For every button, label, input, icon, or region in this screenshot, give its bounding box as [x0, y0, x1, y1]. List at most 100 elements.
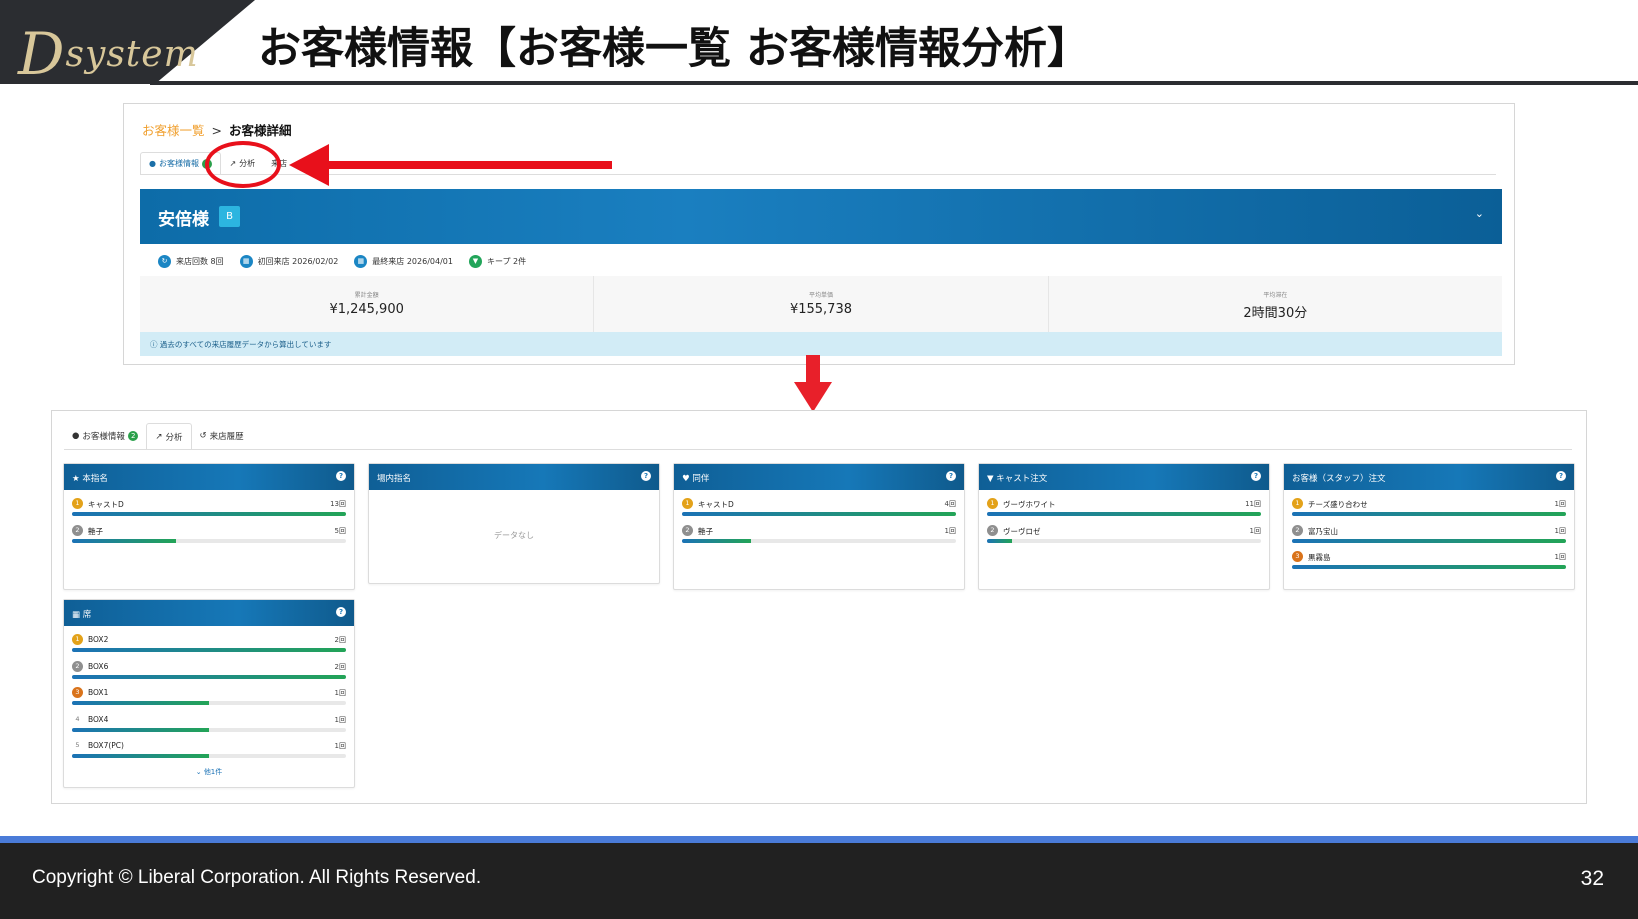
tabs-divider — [64, 449, 1572, 450]
footer-stripe — [0, 836, 1638, 843]
card-header: お客様（スタッフ）注文? — [1284, 464, 1574, 490]
stat-value: ¥1,245,900 — [329, 302, 404, 317]
down-arrow-icon — [794, 382, 832, 412]
calendar-icon: ▦ — [354, 254, 368, 268]
detail-tabs: ● お客様情報 2 ↗ 分析 ↺ 来店履歴 — [64, 423, 252, 449]
pointer-arrow-head — [289, 144, 329, 186]
header-underline — [150, 81, 1638, 85]
progress-track — [1292, 565, 1566, 569]
ranking-row: 2 BOX6 2回 — [71, 657, 347, 684]
progress-track — [1292, 512, 1566, 516]
analysis-screenshot: ● お客様情報 2 ↗ 分析 ↺ 来店履歴 ★ 本指名? 1 キャストD 13回 2 艶子… — [51, 410, 1587, 804]
ranking-list: 1 チーズ盛り合わせ 1回 2 富乃宝山 1回 3 黒霧島 1回 — [1284, 490, 1574, 579]
rank-badge: 1 — [987, 498, 998, 509]
progress-track — [682, 512, 956, 516]
user-icon: ● — [72, 431, 80, 441]
customer-name: 安倍様 — [158, 210, 209, 230]
card-padding — [64, 579, 354, 589]
customer-meta: ↻ 来店回数 8回 ▦ 初回来店 2026/02/02 ▦ 最終来店 2026/… — [140, 246, 1502, 276]
card-header: ▼ キャスト注文? — [979, 464, 1269, 490]
help-icon[interactable]: ? — [1251, 471, 1261, 481]
progress-track — [72, 512, 346, 516]
ranking-list: 1 キャストD 13回 2 艶子 5回 — [64, 490, 354, 579]
tab-label: お客様情報 — [82, 432, 125, 442]
stat-total-amount: 累計金額 ¥1,245,900 — [140, 276, 595, 332]
slide-header: Dsystem お客様情報【お客様一覧 お客様情報分析】 — [0, 0, 1638, 88]
ranking-row: 1 チーズ盛り合わせ 1回 — [1291, 494, 1567, 521]
card-title: 席 — [82, 610, 92, 620]
show-more-label: 他1件 — [203, 767, 223, 776]
rank-badge: 2 — [72, 524, 83, 536]
progress-fill — [72, 648, 346, 652]
card-header: 場内指名? — [369, 464, 659, 490]
tab-visit-history[interactable]: ↺ 来店履歴 — [192, 423, 252, 449]
help-icon[interactable]: ? — [336, 471, 346, 481]
progress-track — [72, 701, 346, 705]
stat-label: 平均単価 — [808, 292, 833, 299]
ranking-list: 1 ヴーヴホワイト 11回 2 ヴーヴロゼ 1回 — [979, 490, 1269, 579]
card-title: お客様（スタッフ）注文 — [1292, 474, 1386, 484]
ranking-name: ヴーヴロゼ — [1003, 526, 1041, 536]
glass-icon: ▼ — [468, 254, 482, 268]
ranking-card: ▦ 席? 1 BOX2 2回 2 BOX6 2回 3 BOX1 1回 4 BOX4 1回 5 BOX7(PC… — [63, 599, 355, 788]
ranking-count: 2回 — [334, 636, 346, 644]
calendar-icon: ▦ — [239, 254, 253, 268]
rank-badge: 3 — [72, 687, 83, 698]
ranking-name: ヴーヴホワイト — [1003, 500, 1056, 509]
progress-track — [987, 512, 1261, 516]
progress-fill — [1292, 565, 1566, 569]
progress-fill — [682, 512, 956, 516]
no-data-text: データなし — [494, 531, 534, 540]
refresh-icon: ↻ — [158, 254, 171, 268]
stat-label: 累計金額 — [354, 292, 379, 299]
meta-visit-count: ↻ 来店回数 8回 — [158, 254, 224, 268]
ranking-count: 1回 — [334, 689, 346, 697]
ranking-row: 5 BOX7(PC) 1回 — [71, 736, 347, 763]
chevron-down-icon[interactable]: ⌄ — [1475, 207, 1484, 220]
history-icon: ↺ — [199, 431, 207, 441]
rank-badge: 2 — [987, 524, 998, 536]
progress-fill — [1292, 512, 1566, 516]
ranking-name: キャストD — [88, 500, 124, 509]
stat-average-stay: 平均滞在 2時間30分 — [1049, 276, 1502, 332]
breadcrumb-separator: > — [211, 123, 222, 138]
ranking-count: 11回 — [1245, 500, 1261, 508]
stat-value: 2時間30分 — [1243, 306, 1308, 321]
tab-label: 来店履歴 — [209, 432, 244, 442]
rank-badge: 1 — [72, 634, 83, 645]
help-icon[interactable]: ? — [641, 471, 651, 481]
ranking-card: お客様（スタッフ）注文? 1 チーズ盛り合わせ 1回 2 富乃宝山 1回 3 黒霧島 1回 — [1283, 463, 1575, 590]
ranking-card: ★ 本指名? 1 キャストD 13回 2 艶子 5回 — [63, 463, 355, 590]
tab-analysis[interactable]: ↗ 分析 — [146, 423, 192, 449]
ranking-row: 3 黒霧島 1回 — [1291, 547, 1567, 574]
tab-label: お客様情報 — [158, 159, 199, 168]
help-icon[interactable]: ? — [1556, 471, 1566, 481]
ranking-name: BOX7(PC) — [88, 741, 124, 750]
ranking-count: 4回 — [944, 500, 956, 508]
meta-last-visit: ▦ 最終来店 2026/04/01 — [354, 254, 453, 268]
progress-track — [987, 538, 1261, 543]
rank-badge: 1 — [72, 498, 83, 509]
grid-icon: ▦ — [72, 610, 83, 620]
progress-fill — [72, 754, 209, 758]
card-title: キャスト注文 — [996, 474, 1048, 484]
show-more-link[interactable]: ⌄ 他1件 — [64, 763, 354, 787]
card-padding — [674, 579, 964, 589]
help-icon[interactable]: ? — [336, 607, 346, 617]
tab-customer-info[interactable]: ● お客様情報 2 — [64, 423, 146, 449]
ranking-card: ▼ キャスト注文? 1 ヴーヴホワイト 11回 2 ヴーヴロゼ 1回 — [978, 463, 1270, 590]
ranking-name: 黒霧島 — [1308, 553, 1331, 562]
progress-fill — [1292, 538, 1566, 543]
card-title: 同伴 — [692, 474, 710, 484]
info-message: ⓘ 過去のすべての来店履歴データから算出しています — [140, 332, 1502, 356]
ranking-count: 1回 — [944, 526, 956, 535]
progress-fill — [72, 512, 346, 516]
help-icon[interactable]: ? — [946, 471, 956, 481]
slide-title: お客様情報【お客様一覧 お客様情報分析】 — [258, 24, 1090, 74]
customer-header[interactable]: 安倍様 B ⌄ — [140, 189, 1502, 244]
ranking-count: 1回 — [334, 742, 346, 750]
star-icon: ★ — [72, 474, 83, 484]
ranking-count: 13回 — [330, 500, 346, 508]
tab-label: 分析 — [165, 432, 183, 443]
breadcrumb-customer-list-link[interactable]: お客様一覧 — [142, 123, 205, 138]
